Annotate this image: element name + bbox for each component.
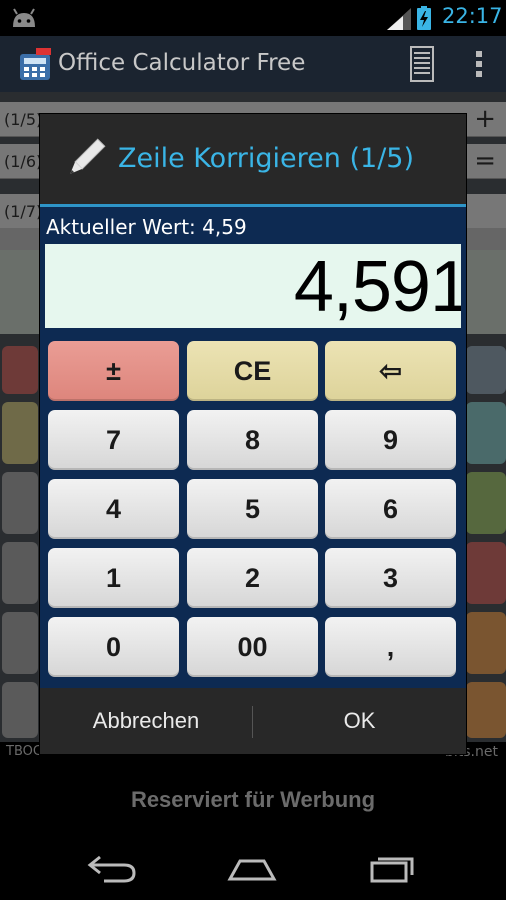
background-key	[2, 472, 38, 534]
tape-row-index: (1/6)	[4, 152, 43, 171]
correct-line-dialog: Zeile Korrigieren (1/5) Aktueller Wert: …	[40, 114, 466, 754]
current-value-label: Aktueller Wert: 4,59	[46, 215, 247, 239]
background-key	[2, 542, 38, 604]
clear-entry-button[interactable]: CE	[187, 341, 318, 401]
dialog-header: Zeile Korrigieren (1/5)	[40, 114, 466, 204]
tape-row-operator: =	[474, 146, 496, 176]
key-4[interactable]: 4	[48, 479, 179, 539]
overflow-menu-icon[interactable]	[474, 48, 484, 80]
background-key	[466, 682, 506, 738]
pencil-icon	[70, 138, 106, 174]
home-icon[interactable]	[226, 851, 278, 885]
tape-row-index: (1/7)	[4, 202, 43, 221]
action-bar: Office Calculator Free	[0, 36, 506, 92]
key-7[interactable]: 7	[48, 410, 179, 470]
battery-charging-icon	[417, 6, 431, 30]
dialog-button-bar: Abbrechen OK	[40, 688, 466, 754]
ad-banner[interactable]: Reserviert für Werbung	[0, 765, 506, 835]
background-key	[466, 346, 506, 394]
backspace-button[interactable]: ⇦	[325, 341, 456, 401]
key-3[interactable]: 3	[325, 548, 456, 608]
signal-icon	[387, 8, 411, 30]
dialog-title: Zeile Korrigieren (1/5)	[118, 143, 414, 174]
status-bar: 22:17	[0, 0, 506, 36]
app-calculator-icon[interactable]	[18, 46, 52, 82]
key-00[interactable]: 00	[187, 617, 318, 677]
background-key	[2, 612, 38, 674]
tape-row-index: (1/5)	[4, 110, 43, 129]
background-key	[2, 402, 38, 464]
status-clock: 22:17	[442, 4, 503, 28]
ad-placeholder-text: Reserviert für Werbung	[130, 787, 376, 812]
android-debug-icon	[13, 8, 35, 27]
recent-apps-icon[interactable]	[368, 851, 420, 885]
key-0[interactable]: 0	[48, 617, 179, 677]
tape-list-icon[interactable]	[410, 46, 434, 82]
background-key	[466, 402, 506, 464]
key-9[interactable]: 9	[325, 410, 456, 470]
sign-toggle-button[interactable]: ±	[48, 341, 179, 401]
value-display: 4,591	[45, 244, 461, 328]
display-value: 4,591	[293, 247, 461, 327]
key-8[interactable]: 8	[187, 410, 318, 470]
background-key	[2, 346, 38, 394]
dialog-title-divider	[40, 204, 466, 207]
background-key	[466, 472, 506, 534]
cancel-button[interactable]: Abbrechen	[40, 688, 252, 754]
background-key	[2, 682, 38, 738]
tape-row-operator: +	[474, 104, 496, 134]
key-decimal-comma[interactable]: ,	[325, 617, 456, 677]
key-5[interactable]: 5	[187, 479, 318, 539]
background-key	[466, 612, 506, 674]
key-1[interactable]: 1	[48, 548, 179, 608]
back-icon[interactable]	[86, 851, 138, 885]
key-2[interactable]: 2	[187, 548, 318, 608]
navigation-bar	[0, 835, 506, 900]
background-key	[466, 542, 506, 604]
key-6[interactable]: 6	[325, 479, 456, 539]
app-title: Office Calculator Free	[58, 50, 306, 76]
ok-button[interactable]: OK	[253, 688, 466, 754]
